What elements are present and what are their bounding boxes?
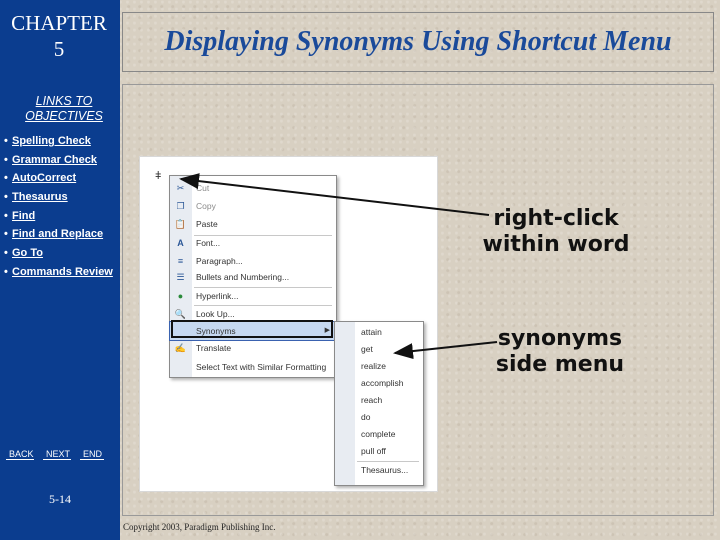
- synonyms-arrow: [393, 341, 498, 360]
- right-click-arrow: [179, 173, 490, 216]
- callout-arrows: [179, 173, 498, 360]
- copyright-notice: Copyright 2003, Paradigm Publishing Inc.: [123, 522, 276, 532]
